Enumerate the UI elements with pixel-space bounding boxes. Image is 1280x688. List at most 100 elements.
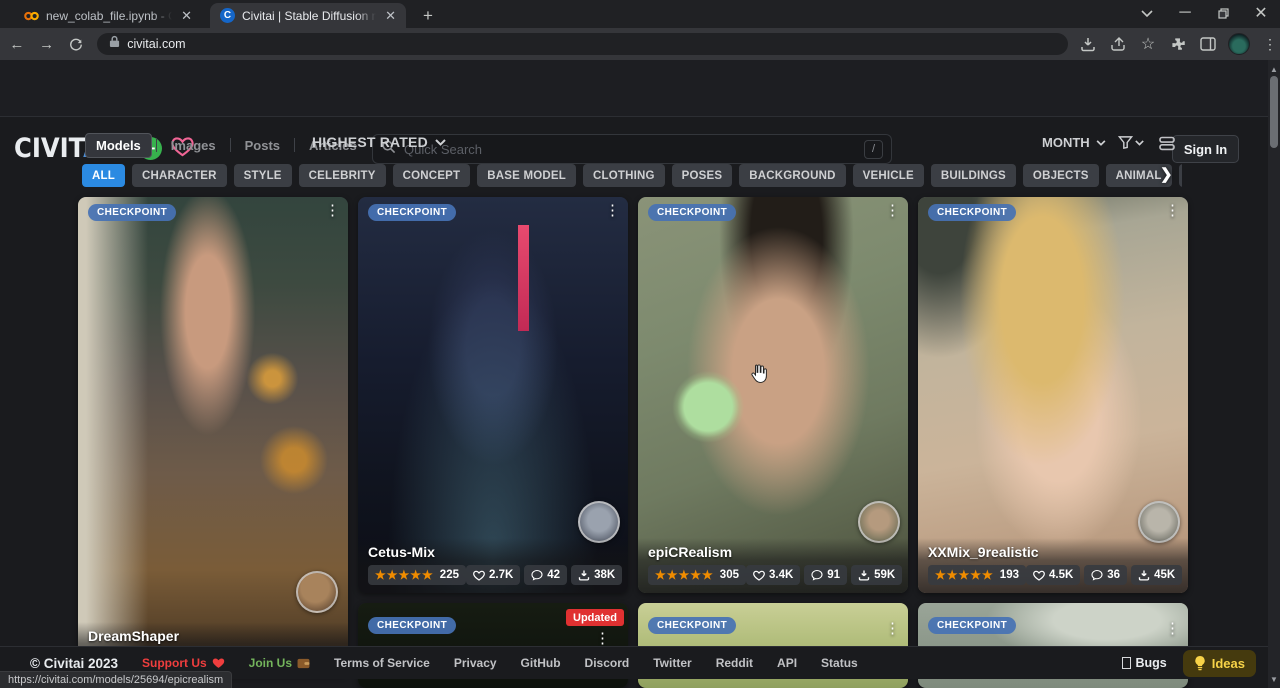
tab-close-icon[interactable]: ✕ bbox=[383, 8, 398, 24]
card-menu-kebab-icon[interactable]: ⋮ bbox=[1165, 203, 1180, 218]
period-dropdown[interactable]: MONTH bbox=[1042, 135, 1106, 150]
back-button[interactable]: ← bbox=[4, 31, 30, 57]
chip-celebrity[interactable]: CELEBRITY bbox=[299, 164, 386, 187]
likes-count: 3.4K bbox=[769, 569, 793, 581]
model-type-badge: CHECKPOINT bbox=[648, 204, 736, 221]
creator-avatar[interactable] bbox=[858, 501, 900, 543]
scroll-up-arrow-icon[interactable]: ▲ bbox=[1268, 62, 1280, 76]
chip-clothing[interactable]: CLOTHING bbox=[583, 164, 665, 187]
comments-pill[interactable]: 42 bbox=[524, 565, 567, 585]
support-us-link[interactable]: Support Us bbox=[142, 656, 225, 670]
model-card-epicrealism[interactable]: CHECKPOINT ⋮ epiCRealism ★★★★★ 305 3.4K … bbox=[638, 197, 908, 593]
join-us-link[interactable]: Join Us bbox=[249, 656, 310, 670]
footer-link-api[interactable]: API bbox=[777, 656, 797, 670]
downloads-pill[interactable]: 45K bbox=[1131, 565, 1182, 585]
model-card-xxmix-9realistic[interactable]: CHECKPOINT ⋮ XXMix_9realistic ★★★★★ 193 … bbox=[918, 197, 1188, 593]
card-menu-kebab-icon[interactable]: ⋮ bbox=[605, 203, 620, 218]
comments-pill[interactable]: 91 bbox=[804, 565, 847, 585]
browser-menu-kebab-icon[interactable]: ⋮ bbox=[1260, 34, 1280, 54]
sign-in-button[interactable]: Sign In bbox=[1172, 135, 1239, 163]
footer-link-reddit[interactable]: Reddit bbox=[716, 656, 753, 670]
card-menu-kebab-icon[interactable]: ⋮ bbox=[595, 631, 610, 646]
forward-button[interactable]: → bbox=[34, 31, 60, 57]
chip-character[interactable]: CHARACTER bbox=[132, 164, 227, 187]
comment-icon bbox=[531, 569, 543, 581]
model-card-cetus-mix[interactable]: CHECKPOINT ⋮ Cetus-Mix ★★★★★ 225 2.7K 42 bbox=[358, 197, 628, 593]
creator-avatar[interactable] bbox=[296, 571, 338, 613]
footer-link-terms[interactable]: Terms of Service bbox=[334, 656, 430, 670]
tab-models[interactable]: Models bbox=[85, 133, 152, 158]
card-menu-kebab-icon[interactable]: ⋮ bbox=[885, 621, 900, 636]
page-scrollbar[interactable]: ▲ ▼ bbox=[1268, 60, 1280, 688]
chip-poses[interactable]: POSES bbox=[672, 164, 733, 187]
rating-pill[interactable]: ★★★★★ 193 bbox=[928, 565, 1026, 585]
chip-background[interactable]: BACKGROUND bbox=[739, 164, 845, 187]
model-title[interactable]: XXMix_9realistic bbox=[928, 544, 1178, 560]
footer-link-twitter[interactable]: Twitter bbox=[653, 656, 691, 670]
side-panel-icon[interactable] bbox=[1198, 34, 1218, 54]
tab-close-icon[interactable]: ✕ bbox=[179, 8, 194, 24]
ideas-button[interactable]: Ideas bbox=[1183, 650, 1256, 677]
address-bar[interactable]: civitai.com bbox=[97, 33, 1068, 55]
bugs-button[interactable]: Bugs bbox=[1122, 656, 1167, 670]
chip-all[interactable]: ALL bbox=[82, 164, 125, 187]
chip-buildings[interactable]: BUILDINGS bbox=[931, 164, 1016, 187]
scroll-down-arrow-icon[interactable]: ▼ bbox=[1268, 672, 1280, 686]
model-title[interactable]: DreamShaper bbox=[88, 628, 338, 644]
chip-concept[interactable]: CONCEPT bbox=[393, 164, 471, 187]
chip-base-model[interactable]: BASE MODEL bbox=[477, 164, 576, 187]
download-icon[interactable] bbox=[1078, 34, 1098, 54]
browser-profile-avatar[interactable] bbox=[1228, 33, 1250, 55]
tab-images[interactable]: Images bbox=[161, 134, 226, 157]
bookmark-star-icon[interactable]: ☆ bbox=[1138, 34, 1158, 54]
tab-posts[interactable]: Posts bbox=[235, 134, 290, 157]
layout-toggle-button[interactable] bbox=[1158, 136, 1176, 156]
card-menu-kebab-icon[interactable]: ⋮ bbox=[1165, 621, 1180, 636]
comments-count: 36 bbox=[1107, 569, 1120, 581]
chip-vehicle[interactable]: VEHICLE bbox=[853, 164, 924, 187]
downloads-pill[interactable]: 59K bbox=[851, 565, 902, 585]
browser-tab-colab[interactable]: new_colab_file.ipynb - Colaborat ✕ bbox=[14, 3, 202, 28]
footer-link-privacy[interactable]: Privacy bbox=[454, 656, 497, 670]
reload-button[interactable] bbox=[64, 31, 90, 57]
quick-search-box[interactable]: / bbox=[372, 134, 892, 164]
wallet-icon bbox=[297, 658, 310, 669]
sort-dropdown[interactable]: HIGHEST RATED bbox=[312, 134, 446, 150]
extensions-puzzle-icon[interactable] bbox=[1168, 34, 1188, 54]
footer-link-status[interactable]: Status bbox=[821, 656, 858, 670]
window-minimize-button[interactable]: ─ bbox=[1166, 0, 1204, 26]
chip-style[interactable]: STYLE bbox=[234, 164, 292, 187]
creator-avatar[interactable] bbox=[1138, 501, 1180, 543]
chip-tool[interactable]: TOOL bbox=[1179, 164, 1182, 187]
colab-icon bbox=[24, 8, 39, 23]
model-title[interactable]: Cetus-Mix bbox=[368, 544, 618, 560]
new-tab-button[interactable]: + bbox=[416, 4, 440, 28]
filter-button[interactable] bbox=[1118, 135, 1144, 150]
scrollbar-thumb[interactable] bbox=[1270, 76, 1278, 148]
rating-pill[interactable]: ★★★★★ 225 bbox=[368, 565, 466, 585]
model-type-badge: CHECKPOINT bbox=[648, 617, 736, 634]
share-icon[interactable] bbox=[1108, 34, 1128, 54]
window-restore-button[interactable] bbox=[1204, 0, 1242, 26]
likes-pill[interactable]: 4.5K bbox=[1026, 565, 1080, 585]
rating-pill[interactable]: ★★★★★ 305 bbox=[648, 565, 746, 585]
browser-tab-civitai[interactable]: C Civitai | Stable Diffusion models, ✕ bbox=[210, 3, 406, 28]
chip-objects[interactable]: OBJECTS bbox=[1023, 164, 1099, 187]
card-menu-kebab-icon[interactable]: ⋮ bbox=[885, 203, 900, 218]
browser-status-bar: https://civitai.com/models/25694/epicrea… bbox=[0, 671, 232, 688]
likes-pill[interactable]: 3.4K bbox=[746, 565, 800, 585]
window-menu-chevron-icon[interactable] bbox=[1128, 0, 1166, 26]
downloads-pill[interactable]: 38K bbox=[571, 565, 622, 585]
model-card-dreamshaper[interactable]: CHECKPOINT ⋮ DreamShaper bbox=[78, 197, 348, 675]
window-close-button[interactable]: ✕ bbox=[1242, 0, 1280, 26]
chip-scroll-right-icon[interactable]: ❯ bbox=[1160, 165, 1173, 183]
footer-link-github[interactable]: GitHub bbox=[521, 656, 561, 670]
search-input[interactable] bbox=[404, 142, 856, 157]
comments-pill[interactable]: 36 bbox=[1084, 565, 1127, 585]
model-type-badge: CHECKPOINT bbox=[368, 204, 456, 221]
model-title[interactable]: epiCRealism bbox=[648, 544, 898, 560]
likes-pill[interactable]: 2.7K bbox=[466, 565, 520, 585]
card-menu-kebab-icon[interactable]: ⋮ bbox=[325, 203, 340, 218]
footer-link-discord[interactable]: Discord bbox=[585, 656, 630, 670]
creator-avatar[interactable] bbox=[578, 501, 620, 543]
